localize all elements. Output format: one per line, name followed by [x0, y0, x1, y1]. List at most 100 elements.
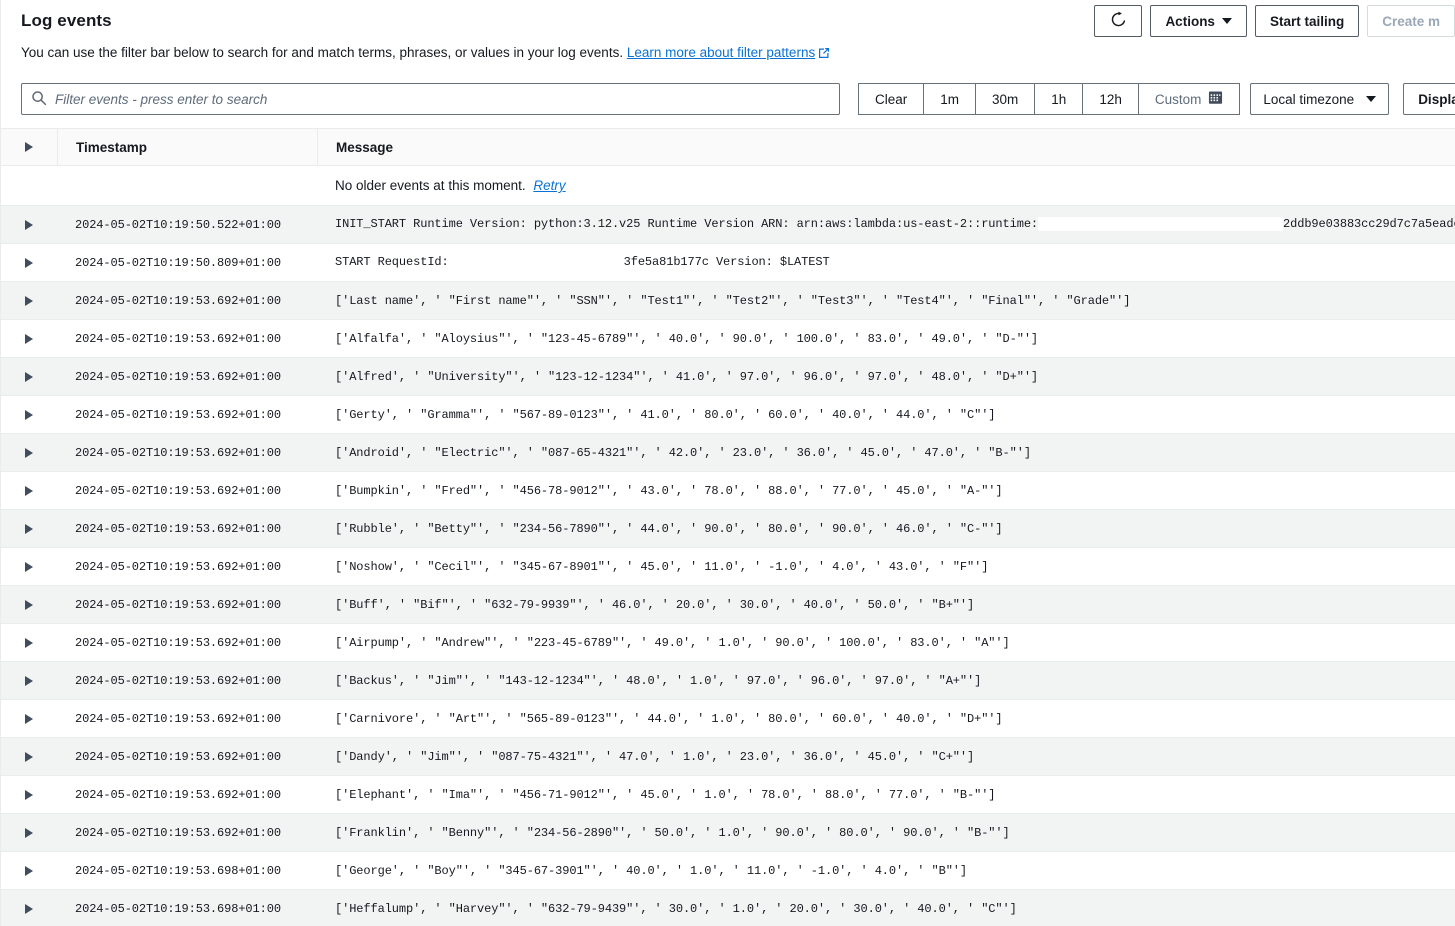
- refresh-button[interactable]: [1094, 5, 1143, 37]
- row-message: ['Alfred', ' "University"', ' "123-12-12…: [335, 369, 1039, 384]
- clear-range-button[interactable]: Clear: [858, 83, 924, 115]
- custom-range-button[interactable]: Custom: [1137, 83, 1241, 115]
- row-expand-toggle[interactable]: [1, 485, 57, 496]
- table-row[interactable]: 2024-05-02T10:19:53.692+01:00 ['Noshow', …: [1, 548, 1455, 586]
- table-row[interactable]: 2024-05-02T10:19:53.692+01:00 ['Elephant'…: [1, 776, 1455, 814]
- row-expand-toggle[interactable]: [1, 295, 57, 306]
- expand-triangle-icon: [25, 751, 33, 762]
- expand-all-cell[interactable]: [1, 129, 57, 165]
- row-expand-toggle[interactable]: [1, 333, 57, 344]
- row-timestamp: 2024-05-02T10:19:53.692+01:00: [75, 331, 281, 346]
- expand-triangle-icon: [25, 257, 33, 268]
- row-expand-toggle[interactable]: [1, 523, 57, 534]
- range-preset-30m[interactable]: 30m: [975, 83, 1035, 115]
- start-tailing-button[interactable]: Start tailing: [1254, 5, 1360, 37]
- redacted-region: [1038, 217, 1284, 232]
- range-preset-1h[interactable]: 1h: [1034, 83, 1083, 115]
- table-row[interactable]: 2024-05-02T10:19:53.692+01:00 ['Airpump',…: [1, 624, 1455, 662]
- row-timestamp: 2024-05-02T10:19:53.692+01:00: [75, 673, 281, 688]
- learn-more-label: Learn more about filter patterns: [626, 45, 816, 60]
- row-timestamp: 2024-05-02T10:19:53.692+01:00: [75, 369, 281, 384]
- column-header-message[interactable]: Message: [317, 129, 1455, 165]
- row-timestamp: 2024-05-02T10:19:53.692+01:00: [75, 483, 281, 498]
- row-expand-toggle[interactable]: [1, 675, 57, 686]
- page-title: Log events: [21, 11, 112, 30]
- table-row[interactable]: 2024-05-02T10:19:53.692+01:00 ['Backus', …: [1, 662, 1455, 700]
- external-link-icon: [818, 46, 830, 64]
- row-expand-toggle[interactable]: [1, 219, 57, 230]
- table-row[interactable]: 2024-05-02T10:19:53.692+01:00 ['Buff', ' …: [1, 586, 1455, 624]
- table-row[interactable]: 2024-05-02T10:19:53.692+01:00 ['Alfalfa',…: [1, 320, 1455, 358]
- expand-triangle-icon: [25, 827, 33, 838]
- table-row[interactable]: 2024-05-02T10:19:53.698+01:00 ['George', …: [1, 852, 1455, 890]
- actions-button[interactable]: Actions: [1150, 5, 1247, 37]
- timezone-select[interactable]: Local timezone: [1250, 83, 1390, 115]
- row-expand-toggle[interactable]: [1, 903, 57, 914]
- row-timestamp: 2024-05-02T10:19:53.698+01:00: [75, 863, 281, 878]
- row-expand-toggle[interactable]: [1, 371, 57, 382]
- table-row[interactable]: 2024-05-02T10:19:53.692+01:00 ['Android',…: [1, 434, 1455, 472]
- search-wrapper: [21, 83, 840, 115]
- table-row[interactable]: 2024-05-02T10:19:50.522+01:00 INIT_START …: [1, 206, 1455, 244]
- row-message: ['Alfalfa', ' "Aloysius"', ' "123-45-678…: [335, 331, 1039, 346]
- range-preset-12h-label: 12h: [1099, 91, 1122, 107]
- table-body: 2024-05-02T10:19:50.522+01:00 INIT_START …: [1, 206, 1455, 926]
- learn-more-link[interactable]: Learn more about filter patterns: [627, 45, 830, 60]
- row-timestamp: 2024-05-02T10:19:53.692+01:00: [75, 293, 281, 308]
- retry-link[interactable]: Retry: [533, 178, 565, 193]
- table-row[interactable]: 2024-05-02T10:19:53.692+01:00 ['Dandy', '…: [1, 738, 1455, 776]
- row-message: ['Last name', ' "First name"', ' "SSN"',…: [335, 293, 1131, 308]
- range-preset-30m-label: 30m: [992, 91, 1019, 107]
- row-message: ['Dandy', ' "Jim"', ' "087-75-4321"', ' …: [335, 749, 975, 764]
- row-timestamp: 2024-05-02T10:19:53.692+01:00: [75, 749, 281, 764]
- table-row[interactable]: 2024-05-02T10:19:53.692+01:00 ['Carnivore…: [1, 700, 1455, 738]
- expand-triangle-icon: [25, 561, 33, 572]
- clear-range-label: Clear: [875, 91, 908, 107]
- range-preset-12h[interactable]: 12h: [1082, 83, 1138, 115]
- row-message: ['George', ' "Boy"', ' "345-67-3901"', '…: [335, 863, 968, 878]
- header-actions: Actions Start tailing Create m: [1094, 5, 1455, 37]
- timezone-label: Local timezone: [1263, 91, 1355, 107]
- row-message: ['Elephant', ' "Ima"', ' "456-71-9012"',…: [335, 787, 996, 802]
- table-row[interactable]: 2024-05-02T10:19:53.698+01:00 ['Heffalump…: [1, 890, 1455, 926]
- row-expand-toggle[interactable]: [1, 751, 57, 762]
- expand-triangle-icon: [25, 903, 33, 914]
- row-expand-toggle[interactable]: [1, 257, 57, 268]
- row-expand-toggle[interactable]: [1, 599, 57, 610]
- row-expand-toggle[interactable]: [1, 561, 57, 572]
- display-button[interactable]: Display: [1403, 83, 1455, 115]
- no-older-events-row: No older events at this moment. Retry: [1, 166, 1455, 206]
- row-expand-toggle[interactable]: [1, 637, 57, 648]
- chevron-down-icon: [1221, 18, 1232, 24]
- expand-triangle-icon: [25, 447, 33, 458]
- row-expand-toggle[interactable]: [1, 409, 57, 420]
- table-row[interactable]: 2024-05-02T10:19:50.809+01:00 START Reque…: [1, 244, 1455, 282]
- create-metric-filter-label: Create m: [1382, 13, 1440, 29]
- row-expand-toggle[interactable]: [1, 827, 57, 838]
- row-message: ['Franklin', ' "Benny"', ' "234-56-2890"…: [335, 825, 1010, 840]
- log-events-page: Log events You can use the filter bar be…: [0, 0, 1455, 926]
- row-expand-toggle[interactable]: [1, 789, 57, 800]
- table-row[interactable]: 2024-05-02T10:19:53.692+01:00 ['Alfred', …: [1, 358, 1455, 396]
- row-timestamp: 2024-05-02T10:19:53.698+01:00: [75, 901, 281, 916]
- table-row[interactable]: 2024-05-02T10:19:53.692+01:00 ['Bumpkin',…: [1, 472, 1455, 510]
- notice-timestamp-spacer: [57, 166, 317, 205]
- row-message-prefix: START RequestId:: [335, 255, 449, 270]
- range-preset-1m[interactable]: 1m: [923, 83, 976, 115]
- create-metric-filter-button[interactable]: Create m: [1367, 5, 1455, 37]
- row-expand-toggle[interactable]: [1, 865, 57, 876]
- table-row[interactable]: 2024-05-02T10:19:53.692+01:00 ['Rubble', …: [1, 510, 1455, 548]
- expand-triangle-icon: [25, 599, 33, 610]
- table-row[interactable]: 2024-05-02T10:19:53.692+01:00 ['Franklin'…: [1, 814, 1455, 852]
- table-row[interactable]: 2024-05-02T10:19:53.692+01:00 ['Gerty', '…: [1, 396, 1455, 434]
- table-row[interactable]: 2024-05-02T10:19:53.692+01:00 ['Last name…: [1, 282, 1455, 320]
- search-input[interactable]: [21, 83, 840, 115]
- expand-triangle-icon: [25, 789, 33, 800]
- row-message: ['Airpump', ' "Andrew"', ' "223-45-6789"…: [335, 635, 1010, 650]
- expand-triangle-icon: [25, 219, 33, 230]
- column-header-timestamp[interactable]: Timestamp: [57, 129, 317, 165]
- row-expand-toggle[interactable]: [1, 447, 57, 458]
- row-expand-toggle[interactable]: [1, 713, 57, 724]
- expand-triangle-icon: [25, 865, 33, 876]
- row-message: ['Bumpkin', ' "Fred"', ' "456-78-9012"',…: [335, 483, 1003, 498]
